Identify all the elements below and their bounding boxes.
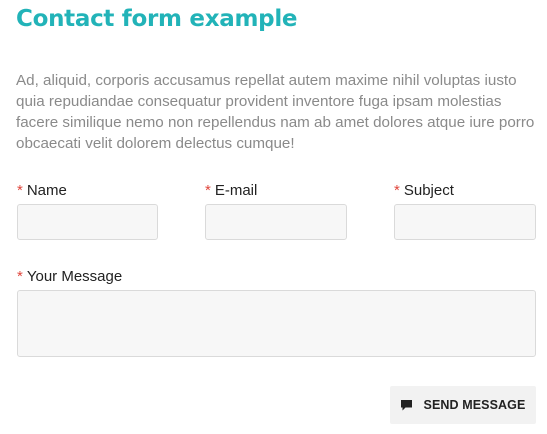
required-marker: * xyxy=(205,182,211,199)
email-label-text: E-mail xyxy=(214,182,258,199)
subject-label: * Subject xyxy=(394,182,454,199)
page-title: Contact form example xyxy=(16,6,298,32)
message-textarea[interactable] xyxy=(17,290,536,357)
email-input[interactable] xyxy=(205,204,347,240)
required-marker: * xyxy=(17,182,23,199)
subject-label-text: Subject xyxy=(403,182,454,199)
name-label-text: Name xyxy=(26,182,67,199)
message-label-text: Your Message xyxy=(26,268,123,285)
intro-text: Ad, aliquid, corporis accusamus repellat… xyxy=(16,72,535,152)
required-marker: * xyxy=(394,182,400,199)
send-message-button[interactable]: SEND MESSAGE xyxy=(390,386,536,424)
name-label: * Name xyxy=(17,182,67,199)
message-label: * Your Message xyxy=(17,268,122,285)
subject-input[interactable] xyxy=(394,204,536,240)
speech-bubble-icon xyxy=(400,399,412,410)
required-marker: * xyxy=(17,268,23,285)
send-message-label: SEND MESSAGE xyxy=(423,398,526,412)
name-input[interactable] xyxy=(17,204,158,240)
email-label: * E-mail xyxy=(205,182,257,199)
